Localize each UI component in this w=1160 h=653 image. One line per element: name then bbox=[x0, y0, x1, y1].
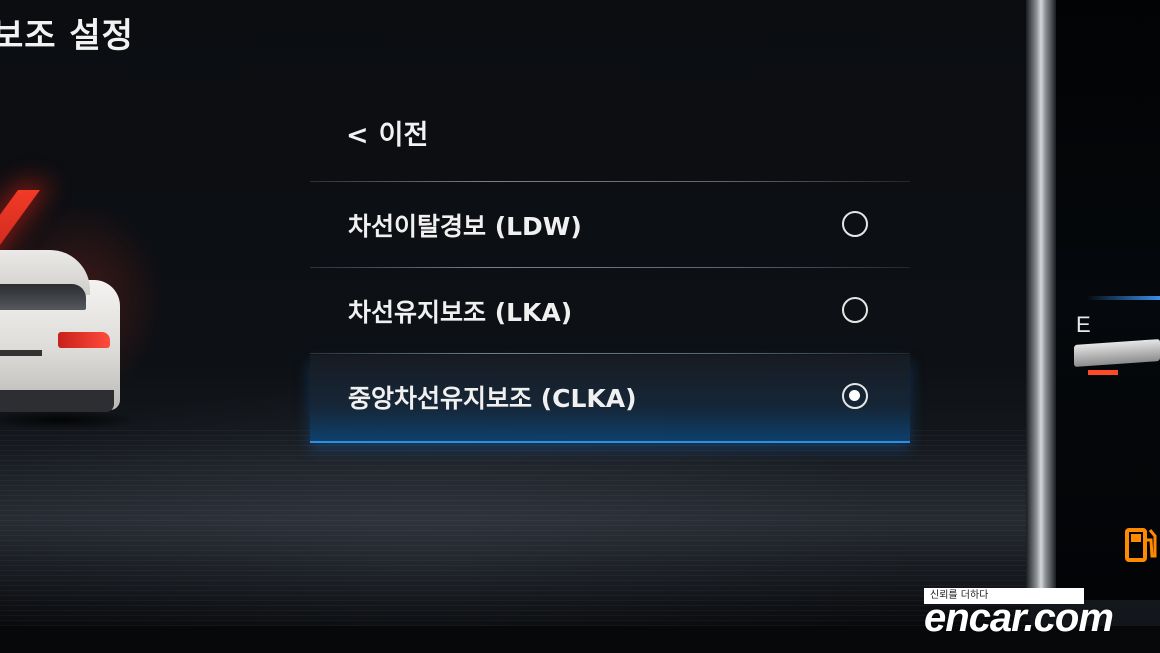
screen-bezel bbox=[1026, 0, 1056, 590]
vehicle-badge bbox=[0, 350, 42, 356]
back-button[interactable]: < 이전 bbox=[346, 113, 428, 152]
vehicle-illustration bbox=[0, 250, 140, 430]
option-label: 차선유지보조 (LKA) bbox=[348, 298, 573, 327]
option-lka[interactable]: 차선유지보조 (LKA) bbox=[310, 269, 910, 355]
option-ldw[interactable]: 차선이탈경보 (LDW) bbox=[310, 183, 910, 269]
vehicle-rear-window bbox=[0, 284, 86, 310]
radio-button[interactable] bbox=[842, 211, 868, 237]
radio-button[interactable] bbox=[842, 297, 868, 323]
divider bbox=[310, 181, 910, 182]
vehicle-taillight bbox=[58, 332, 110, 348]
fuel-pump-icon bbox=[1124, 524, 1158, 564]
fuel-low-marker bbox=[1088, 370, 1118, 375]
back-label: 이전 bbox=[378, 120, 429, 151]
option-label: 중앙차선유지보조 (CLKA) bbox=[348, 384, 637, 413]
divider bbox=[310, 267, 910, 268]
cluster-accent-strip bbox=[1086, 296, 1160, 300]
vehicle-bumper bbox=[0, 390, 114, 412]
chevron-left-icon: < bbox=[346, 120, 369, 151]
radio-button-selected[interactable] bbox=[842, 383, 868, 409]
watermark: 신뢰를 더하다 encar.com bbox=[920, 588, 1160, 653]
fuel-gauge-bar bbox=[1074, 338, 1160, 368]
fuel-empty-label: E bbox=[1076, 312, 1091, 337]
infotainment-screen: 보조 설정 < 이전 차선이탈경보 (LDW) 차선유지보조 (LKA) 중앙차선… bbox=[0, 0, 1160, 653]
page-title: 보조 설정 bbox=[0, 16, 134, 56]
vehicle-shadow bbox=[0, 410, 140, 430]
option-label: 차선이탈경보 (LDW) bbox=[348, 212, 582, 241]
road-floor bbox=[0, 430, 1030, 630]
watermark-logo: encar.com bbox=[924, 596, 1114, 640]
instrument-cluster: E bbox=[1056, 0, 1160, 600]
option-clka[interactable]: 중앙차선유지보조 (CLKA) bbox=[310, 355, 910, 443]
divider bbox=[310, 353, 910, 354]
